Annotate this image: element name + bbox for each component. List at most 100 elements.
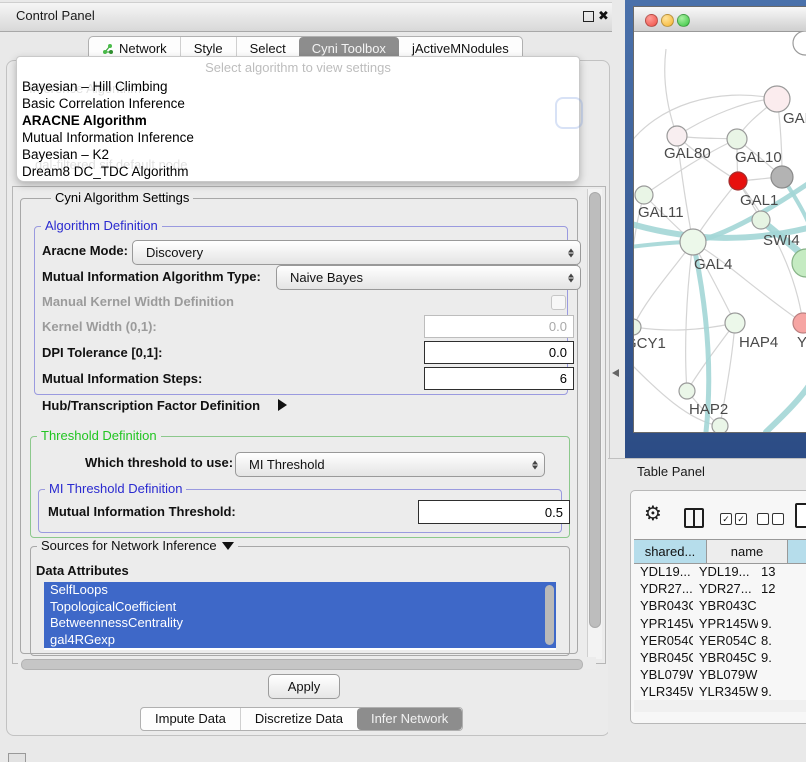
network-node[interactable] xyxy=(712,418,728,432)
minimize-traffic-light[interactable] xyxy=(661,14,674,27)
node-label: GAL1 xyxy=(740,192,778,209)
table-cell: YDL19... xyxy=(693,563,758,580)
float-window-icon[interactable] xyxy=(583,11,594,22)
table-header-row[interactable]: shared...nameA xyxy=(634,539,806,564)
unchecked-box-icon xyxy=(757,513,769,525)
table-cell: 9. xyxy=(758,683,806,700)
deselect-all-checkboxes-icon[interactable] xyxy=(757,513,784,525)
settings-horizontal-scrollbar-thumb[interactable] xyxy=(21,659,583,670)
table-cell: YER054C xyxy=(693,632,758,649)
table-row[interactable]: YBR045CYBR045C9. xyxy=(634,649,806,666)
network-view-window[interactable]: GALGAL80GAL10GAL1GAL11SWI4GAL4GCY1HAP4YH… xyxy=(633,6,806,433)
table-cell: 9. xyxy=(758,649,806,666)
dpi-tolerance-field[interactable]: 0.0 xyxy=(424,341,574,364)
table-row[interactable]: YDR27...YDR27...12 xyxy=(634,580,806,597)
which-threshold-select[interactable]: MI Threshold xyxy=(235,452,545,477)
network-canvas[interactable]: GALGAL80GAL10GAL1GAL11SWI4GAL4GCY1HAP4YH… xyxy=(634,31,806,432)
algorithm-option[interactable]: Basic Correlation Inference xyxy=(17,95,579,112)
column-header[interactable]: A xyxy=(788,540,806,563)
network-edge[interactable] xyxy=(634,323,735,330)
table-row[interactable]: YER054CYER054C8. xyxy=(634,632,806,649)
mi-type-select[interactable]: Naive Bayes xyxy=(276,265,581,290)
network-node-hap2[interactable] xyxy=(679,383,695,399)
close-icon[interactable]: ✖ xyxy=(598,2,609,30)
tab-infer-network[interactable]: Infer Network xyxy=(357,708,462,730)
table-body[interactable]: YDL19...YDL19...13YDR27...YDR27...12YBR0… xyxy=(634,563,806,700)
algorithm-option[interactable]: Bayesian – K2 xyxy=(17,146,579,163)
table-cell: YDR27... xyxy=(693,580,758,597)
network-node-gal[interactable] xyxy=(764,86,790,112)
network-node-gal11[interactable] xyxy=(635,186,653,204)
network-node-hap4[interactable] xyxy=(725,313,745,333)
network-window-titlebar[interactable] xyxy=(634,7,806,32)
algorithm-option[interactable]: ARACNE Algorithm xyxy=(17,112,579,129)
network-edge[interactable] xyxy=(677,99,777,136)
aracne-mode-select[interactable]: Discovery xyxy=(132,240,581,265)
column-header[interactable]: name xyxy=(707,540,788,563)
mi-type-label: Mutual Information Algorithm Type: xyxy=(42,266,261,288)
node-label: Y xyxy=(797,334,806,351)
network-node-gal4[interactable] xyxy=(680,229,706,255)
settings-vertical-scrollbar-thumb[interactable] xyxy=(589,192,601,628)
algorithm-option[interactable]: Mutual Information Inference xyxy=(17,129,579,146)
network-node-gal1[interactable] xyxy=(729,172,747,190)
network-node[interactable] xyxy=(771,166,793,188)
table-cell: 8. xyxy=(758,632,806,649)
network-edge[interactable] xyxy=(693,242,803,323)
attributes-list-scrollbar-thumb[interactable] xyxy=(545,585,554,645)
tab-impute-data[interactable]: Impute Data xyxy=(141,708,240,730)
expander-arrow-icon[interactable] xyxy=(278,399,287,411)
tab-discretize-data[interactable]: Discretize Data xyxy=(240,708,357,730)
table-settings-gear-icon[interactable]: ⚙ xyxy=(644,504,662,524)
attribute-list-item[interactable]: SelfLoops xyxy=(44,582,556,599)
node-label: GAL xyxy=(783,110,806,127)
network-edge[interactable] xyxy=(634,242,693,327)
kernel-width-label: Kernel Width (0,1): xyxy=(42,316,157,338)
node-label: GAL11 xyxy=(638,204,684,221)
select-all-checkboxes-icon[interactable]: ✓ ✓ xyxy=(720,513,747,525)
network-node[interactable] xyxy=(792,249,806,277)
minimized-panel-icon[interactable] xyxy=(8,753,26,762)
network-node-gal10[interactable] xyxy=(727,129,747,149)
control-panel-title: Control Panel xyxy=(16,2,95,30)
data-attributes-list[interactable]: SelfLoopsTopologicalCoefficientBetweenne… xyxy=(44,582,556,650)
column-header[interactable]: shared... xyxy=(634,540,707,563)
table-row[interactable]: YPR145WYPR145W9. xyxy=(634,615,806,632)
network-edge[interactable] xyxy=(665,49,677,136)
mi-steps-field[interactable]: 6 xyxy=(424,367,574,390)
attribute-list-item[interactable]: gal4RGexp xyxy=(44,632,556,649)
attribute-list-item[interactable]: TopologicalCoefficient xyxy=(44,599,556,616)
manual-kernel-checkbox[interactable] xyxy=(551,295,566,310)
mi-steps-label: Mutual Information Steps: xyxy=(42,368,202,390)
data-attributes-label: Data Attributes xyxy=(36,560,129,582)
mi-threshold-field[interactable]: 0.5 xyxy=(418,500,570,524)
network-icon xyxy=(102,43,114,55)
algorithm-popup-list: Bayesian – Hill ClimbingBasic Correlatio… xyxy=(17,78,579,180)
algorithm-popup-placeholder: Select algorithm to view settings xyxy=(17,60,579,75)
network-node-gal80[interactable] xyxy=(667,126,687,146)
network-node-y[interactable] xyxy=(793,313,806,333)
network-edge-highlighted[interactable] xyxy=(766,381,806,432)
kernel-width-value: 0.0 xyxy=(549,319,567,334)
algorithm-option[interactable]: Bayesian – Hill Climbing xyxy=(17,78,579,95)
apply-button[interactable]: Apply xyxy=(268,674,340,699)
table-cell: 9. xyxy=(758,615,806,632)
close-traffic-light[interactable] xyxy=(645,14,658,27)
table-row[interactable]: YLR345WYLR345W9. xyxy=(634,683,806,700)
network-node-swi4[interactable] xyxy=(752,211,770,229)
collapse-arrow-icon[interactable] xyxy=(222,542,234,550)
cyni-algorithm-settings-title: Cyni Algorithm Settings xyxy=(51,190,193,205)
split-columns-icon[interactable] xyxy=(684,508,704,528)
table-row[interactable]: YBR043CYBR043C xyxy=(634,597,806,614)
network-node-gcy1[interactable] xyxy=(634,319,641,335)
attribute-list-item[interactable]: BetweennessCentrality xyxy=(44,615,556,632)
sources-title: Sources for Network Inference xyxy=(41,538,217,553)
export-table-icon[interactable] xyxy=(795,503,806,528)
table-row[interactable]: YBL079WYBL079W xyxy=(634,666,806,683)
table-row[interactable]: YDL19...YDL19...13 xyxy=(634,563,806,580)
network-edge[interactable] xyxy=(686,242,693,391)
table-horizontal-scrollbar[interactable] xyxy=(634,700,806,712)
network-node[interactable] xyxy=(793,31,806,55)
zoom-traffic-light[interactable] xyxy=(677,14,690,27)
algorithm-option[interactable]: Dream8 DC_TDC Algorithm xyxy=(17,163,579,180)
